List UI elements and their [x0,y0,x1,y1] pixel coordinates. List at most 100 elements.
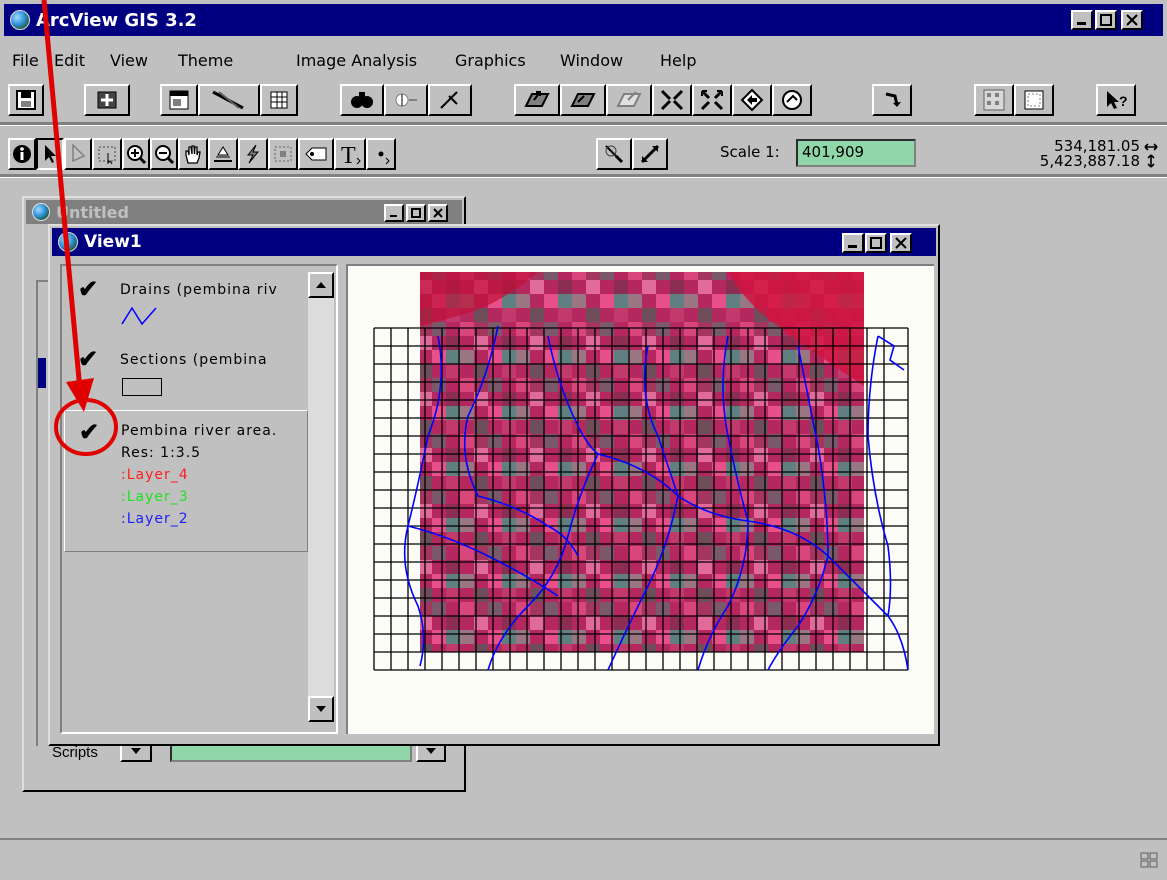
zoom-out-fixed-button[interactable] [692,84,732,116]
identify-icon [13,145,31,163]
print-preview-button[interactable] [1014,84,1054,116]
measure-icon [214,146,232,162]
help-button[interactable]: ? [1096,84,1136,116]
map-display[interactable] [346,264,934,734]
view-title: View1 [84,232,142,252]
arcview-logo-icon [10,10,30,30]
menu-view[interactable]: View [110,51,148,70]
add-theme-button[interactable] [84,84,130,116]
view-close-button[interactable] [890,233,912,253]
app-title: ArcView GIS 3.2 [36,9,197,31]
minimize-icon [848,245,857,248]
edit-legend-button[interactable] [198,84,260,116]
text-icon: T [341,143,361,166]
theme-drains-checkbox[interactable]: ✔ [78,278,98,302]
minimize-icon [390,215,397,217]
map-canvas [373,272,909,671]
draw-point-icon [378,151,390,165]
zoom-previous-icon [740,88,764,112]
locate-button[interactable] [384,84,428,116]
zoom-to-selected-button[interactable] [606,84,652,116]
theme-pembina-river-area[interactable]: ✔ Pembina river area. Res: 1:3.5 :Layer_… [64,410,308,552]
line-tool[interactable] [632,138,668,170]
save-button[interactable] [8,84,44,116]
print-preview-icon [1024,90,1044,110]
pointer-tool[interactable] [36,138,64,170]
menu-theme[interactable]: Theme [178,51,233,70]
area-of-interest-tool[interactable] [268,138,298,170]
status-bar [0,838,1167,880]
project-minimize-button[interactable] [384,204,404,222]
theme-pembina-checkbox[interactable]: ✔ [79,421,99,445]
locate-icon [395,93,417,107]
layout-button[interactable] [974,84,1014,116]
magnify-tool[interactable] [596,138,632,170]
zoom-in-fixed-button[interactable] [652,84,692,116]
zoom-full-extent-button[interactable] [514,84,560,116]
add-theme-icon [97,91,117,109]
menu-file[interactable]: File [12,51,39,70]
layer-4-label: :Layer_4 [121,467,189,483]
view-maximize-button[interactable] [865,233,887,253]
theme-drains[interactable]: ✔ Drains (pembina riv [64,272,308,340]
open-table-button[interactable] [260,84,298,116]
theme-sections-name: Sections (pembina [120,352,268,368]
scroll-up-button[interactable] [308,272,334,298]
clear-selected-button[interactable] [772,84,812,116]
view-minimize-button[interactable] [842,233,864,253]
zoom-out-tool[interactable] [150,138,178,170]
close-button[interactable] [1121,10,1143,30]
zoom-previous-button[interactable] [732,84,772,116]
area-of-interest-icon [274,146,292,162]
menu-graphics[interactable]: Graphics [455,51,526,70]
zoom-in-fixed-icon [660,89,684,111]
pan-tool[interactable] [178,138,208,170]
vertex-edit-tool[interactable] [64,138,92,170]
view-title-bar[interactable]: View1 [52,228,936,256]
hotlink-tool-icon [246,144,260,164]
theme-sections-checkbox[interactable]: ✔ [78,348,98,372]
project-title: Untitled [56,202,129,222]
scale-input[interactable]: 401,909 [796,139,916,167]
menu-edit[interactable]: Edit [54,51,85,70]
text-tool[interactable]: T [334,138,366,170]
project-maximize-button[interactable] [406,204,426,222]
zoom-to-selected-icon [616,91,642,107]
draw-point-tool[interactable] [366,138,396,170]
project-close-button[interactable] [428,204,448,222]
menu-help[interactable]: Help [660,51,696,70]
layout-icon [983,89,1005,111]
find-button[interactable] [340,84,384,116]
pan-icon [185,145,201,164]
zoom-full-extent-icon [524,91,550,107]
x-axis-arrow-icon [1144,143,1158,151]
label-tool[interactable] [298,138,334,170]
magnify-icon [605,145,624,164]
menu-image-analysis[interactable]: Image Analysis [296,51,417,70]
theme-sections[interactable]: ✔ Sections (pembina [64,342,308,406]
hotlink-tool[interactable] [238,138,268,170]
measure-tool[interactable] [208,138,238,170]
vertex-edit-icon [72,143,86,163]
theme-properties-button[interactable] [160,84,198,116]
toc-scrollbar[interactable] [308,272,334,722]
scroll-down-button[interactable] [308,696,334,722]
line-tool-icon [640,144,660,164]
identify-tool[interactable] [8,138,36,170]
maximize-button[interactable] [1095,10,1117,30]
zoom-in-tool[interactable] [122,138,150,170]
menu-window[interactable]: Window [560,51,623,70]
label-icon [305,147,327,161]
zoom-out-fixed-icon [700,89,724,111]
query-builder-button[interactable] [428,84,472,116]
hot-link-button[interactable] [872,84,912,116]
select-feature-tool[interactable] [92,138,122,170]
scale-label: Scale 1: [720,143,780,161]
minimize-button[interactable] [1071,10,1093,30]
chevron-down-icon [131,748,141,754]
theme-sections-polygon-symbol [122,378,162,396]
zoom-to-themes-button[interactable] [560,84,606,116]
layer-2-label: :Layer_2 [121,511,189,527]
scripts-label: Scripts [52,744,98,761]
app-title-bar[interactable]: ArcView GIS 3.2 [4,4,1163,36]
